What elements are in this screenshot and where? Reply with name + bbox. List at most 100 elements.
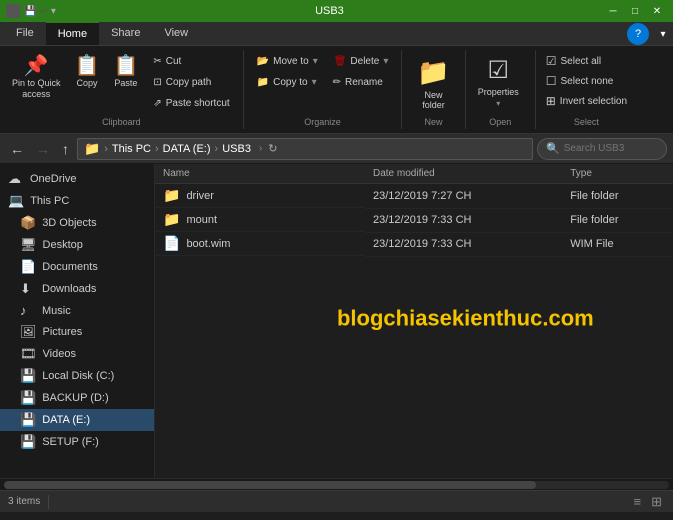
- select-buttons: ☑ Select all ☐ Select none ⊞ Invert sele…: [542, 52, 631, 124]
- backupd-icon: 💾: [20, 390, 36, 406]
- col-name[interactable]: Name: [155, 164, 365, 184]
- pin-icon: 📌: [24, 56, 49, 76]
- sidebar-label-videos: Videos: [43, 348, 76, 360]
- quick-save-icon[interactable]: 💾: [24, 6, 36, 17]
- cut-label: Cut: [166, 56, 182, 67]
- tab-share[interactable]: Share: [99, 21, 152, 45]
- cut-button[interactable]: ✂ Cut: [146, 52, 236, 71]
- copy-button[interactable]: 📋 Copy: [69, 52, 106, 92]
- ribbon-collapse-button[interactable]: ▾: [653, 26, 673, 42]
- copy-to-label: Copy to: [273, 77, 307, 88]
- file-name: mount: [186, 214, 217, 226]
- hscroll-thumb[interactable]: [4, 481, 536, 489]
- clipboard-label: Clipboard: [0, 117, 243, 127]
- large-icons-view-button[interactable]: ⊞: [648, 493, 665, 511]
- organize-row-2: 📁 Copy to ▾ ✏ Rename: [250, 73, 396, 92]
- sidebar-item-pictures[interactable]: 🖼 Pictures: [0, 321, 154, 343]
- table-row[interactable]: 📄 boot.wim 23/12/2019 7:33 CH WIM File: [155, 232, 673, 256]
- address-path[interactable]: 📁 › This PC › DATA (E:) › USB3 › ↻: [77, 138, 533, 160]
- window-controls: ─ □ ✕: [603, 3, 667, 19]
- sidebar-item-3dobjects[interactable]: 📦 3D Objects: [0, 212, 154, 234]
- cut-icon: ✂: [153, 56, 161, 67]
- select-none-icon: ☐: [546, 74, 557, 88]
- sidebar-item-backupd[interactable]: 💾 BACKUP (D:): [0, 387, 154, 409]
- sidebar-label-localc: Local Disk (C:): [42, 370, 114, 382]
- invert-selection-button[interactable]: ⊞ Invert selection: [542, 92, 631, 110]
- downloads-icon: ⬇: [20, 281, 36, 297]
- rename-icon: ✏: [333, 77, 341, 88]
- sidebar-item-videos[interactable]: 🎞 Videos: [0, 343, 154, 365]
- properties-button[interactable]: ☑ Properties ▾: [472, 52, 525, 112]
- tab-home[interactable]: Home: [46, 21, 99, 45]
- up-button[interactable]: ↑: [58, 139, 73, 159]
- sidebar-label-onedrive: OneDrive: [30, 173, 76, 185]
- pictures-icon: 🖼: [20, 324, 37, 340]
- documents-icon: 📄: [20, 259, 36, 275]
- sidebar-item-setupf[interactable]: 💾 SETUP (F:): [0, 431, 154, 453]
- sidebar-item-music[interactable]: ♪ Music: [0, 300, 154, 321]
- table-row[interactable]: 📁 mount 23/12/2019 7:33 CH File folder: [155, 208, 673, 232]
- delete-arrow: ▾: [383, 56, 388, 67]
- path-refresh-button[interactable]: ↻: [268, 142, 277, 155]
- select-all-button[interactable]: ☑ Select all: [542, 52, 631, 70]
- file-table-body: 📁 driver 23/12/2019 7:27 CH File folder …: [155, 184, 673, 257]
- window-title: USB3: [56, 5, 603, 17]
- open-label: Open: [466, 117, 535, 127]
- new-label: New: [402, 117, 464, 127]
- search-input[interactable]: [564, 143, 654, 154]
- sidebar: ☁ OneDrive 💻 This PC 📦 3D Objects 🖥 Desk…: [0, 164, 155, 478]
- hscroll-track[interactable]: [4, 481, 669, 489]
- maximize-button[interactable]: □: [625, 3, 645, 19]
- delete-label: Delete: [350, 56, 379, 67]
- localc-icon: 💾: [20, 368, 36, 384]
- file-icon: 📁: [163, 211, 180, 228]
- music-icon: ♪: [20, 303, 36, 318]
- paste-shortcut-button[interactable]: ⇗ Paste shortcut: [146, 94, 236, 113]
- sidebar-label-datae: DATA (E:): [42, 414, 90, 426]
- col-type[interactable]: Type: [562, 164, 673, 184]
- sidebar-item-localc[interactable]: 💾 Local Disk (C:): [0, 365, 154, 387]
- sidebar-item-thispc[interactable]: 💻 This PC: [0, 190, 154, 212]
- 3dobjects-icon: 📦: [20, 215, 36, 231]
- paste-icon: 📋: [113, 56, 138, 76]
- back-button[interactable]: ←: [6, 139, 28, 159]
- paste-label: Paste: [114, 78, 137, 88]
- file-date: 23/12/2019 7:27 CH: [365, 184, 562, 209]
- help-button[interactable]: ?: [627, 23, 649, 45]
- select-all-icon: ☑: [546, 54, 557, 68]
- table-row[interactable]: 📁 driver 23/12/2019 7:27 CH File folder: [155, 184, 673, 209]
- status-count: 3 items: [8, 496, 40, 507]
- forward-button[interactable]: →: [32, 139, 54, 159]
- rename-button[interactable]: ✏ Rename: [326, 73, 390, 92]
- close-button[interactable]: ✕: [647, 3, 667, 19]
- organize-buttons: 📂 Move to ▾ 🗑 Delete ▾ 📁 Copy to ▾: [250, 52, 396, 106]
- paste-button[interactable]: 📋 Paste: [107, 52, 144, 92]
- delete-icon: 🗑: [334, 56, 347, 67]
- videos-icon: 🎞: [20, 346, 37, 362]
- col-date[interactable]: Date modified: [365, 164, 562, 184]
- sidebar-item-onedrive[interactable]: ☁ OneDrive: [0, 168, 154, 190]
- datae-icon: 💾: [20, 412, 36, 428]
- sidebar-label-downloads: Downloads: [42, 283, 96, 295]
- sidebar-item-datae[interactable]: 💾 DATA (E:): [0, 409, 154, 431]
- sidebar-item-downloads[interactable]: ⬇ Downloads: [0, 278, 154, 300]
- tab-view[interactable]: View: [152, 21, 200, 45]
- select-none-button[interactable]: ☐ Select none: [542, 72, 631, 90]
- tab-file[interactable]: File: [4, 21, 46, 45]
- sidebar-item-documents[interactable]: 📄 Documents: [0, 256, 154, 278]
- move-to-button[interactable]: 📂 Move to ▾: [250, 52, 325, 71]
- copy-to-button[interactable]: 📁 Copy to ▾: [250, 73, 324, 92]
- delete-button[interactable]: 🗑 Delete ▾: [327, 52, 396, 71]
- copy-path-label: Copy path: [166, 77, 212, 88]
- copy-path-button[interactable]: ⊡ Copy path: [146, 73, 236, 92]
- undo-icon[interactable]: ↩: [39, 6, 47, 17]
- new-folder-button[interactable]: 📁 New folder: [408, 52, 458, 115]
- organize-row-1: 📂 Move to ▾ 🗑 Delete ▾: [250, 52, 396, 71]
- minimize-button[interactable]: ─: [603, 3, 623, 19]
- select-all-label: Select all: [561, 56, 602, 67]
- file-table: Name Date modified Type 📁 driver 23/12/2…: [155, 164, 673, 257]
- pin-to-quick-access-button[interactable]: 📌 Pin to Quick access: [6, 52, 67, 104]
- sidebar-item-desktop[interactable]: 🖥 Desktop: [0, 234, 154, 256]
- details-view-button[interactable]: ≡: [631, 493, 645, 511]
- file-list: Name Date modified Type 📁 driver 23/12/2…: [155, 164, 673, 478]
